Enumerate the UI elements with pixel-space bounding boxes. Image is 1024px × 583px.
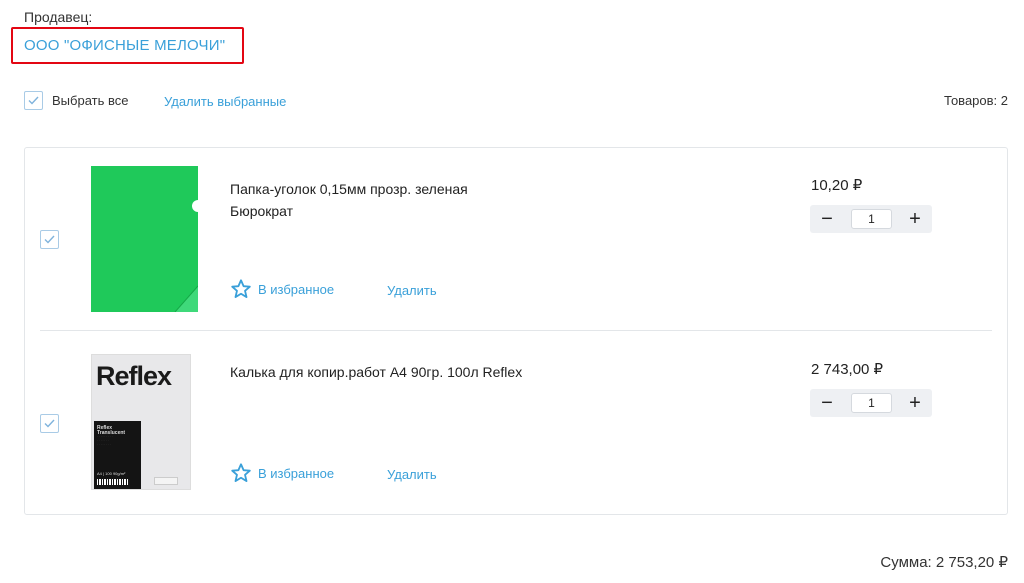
item-price: 2 743,00 ₽ <box>811 361 884 378</box>
cart-item: Reflex Reflex Translucent · · · · · · · ·… <box>25 332 1007 514</box>
item-checkbox[interactable] <box>40 414 59 433</box>
star-outline-icon <box>231 279 251 298</box>
cart-items-panel: Папка-уголок 0,15мм прозр. зеленая Бюрок… <box>24 147 1008 515</box>
package-label: Reflex Translucent · · · · · · · · · · · ·… <box>94 421 141 489</box>
item-checkbox[interactable] <box>40 230 59 249</box>
product-title-line: Папка-уголок 0,15мм прозр. зеленая <box>230 181 468 197</box>
check-icon <box>44 235 55 244</box>
items-count: Товаров: 2 <box>944 93 1008 108</box>
check-icon <box>28 96 39 105</box>
check-icon <box>44 419 55 428</box>
select-all-label[interactable]: Выбрать все <box>52 93 128 108</box>
product-title[interactable]: Папка-уголок 0,15мм прозр. зеленая Бюрок… <box>230 178 468 222</box>
remove-item-link[interactable]: Удалить <box>387 283 437 298</box>
product-title-line: Калька для копир.работ А4 90гр. 100л Ref… <box>230 364 523 380</box>
delete-selected-link[interactable]: Удалить выбранные <box>164 94 286 109</box>
reflex-package-image: Reflex Reflex Translucent · · · · · · · ·… <box>91 354 191 490</box>
decrease-quantity-button[interactable]: − <box>814 207 840 231</box>
seller-name-link[interactable]: ООО "ОФИСНЫЕ МЕЛОЧИ" <box>24 37 225 54</box>
package-sticker <box>154 477 178 485</box>
add-to-favorites-button[interactable]: В избранное <box>230 462 334 484</box>
favorite-label: В избранное <box>258 281 335 297</box>
favorite-label: В избранное <box>258 465 335 481</box>
product-image[interactable]: Reflex Reflex Translucent · · · · · · · ·… <box>91 354 191 490</box>
quantity-stepper: − + <box>810 389 932 417</box>
product-title[interactable]: Калька для копир.работ А4 90гр. 100л Ref… <box>230 361 522 383</box>
cart-total: Сумма: 2 753,20 ₽ <box>880 554 1008 571</box>
increase-quantity-button[interactable]: + <box>902 207 928 231</box>
quantity-input[interactable] <box>851 393 892 413</box>
quantity-stepper: − + <box>810 205 932 233</box>
green-folder-image <box>91 166 198 312</box>
product-image[interactable] <box>91 166 198 312</box>
reflex-logo: Reflex <box>96 361 172 391</box>
cart-item: Папка-уголок 0,15мм прозр. зеленая Бюрок… <box>25 148 1007 330</box>
seller-label: Продавец: <box>24 9 93 25</box>
product-brand: Бюрократ <box>230 203 294 219</box>
increase-quantity-button[interactable]: + <box>902 391 928 415</box>
add-to-favorites-button[interactable]: В избранное <box>230 278 334 300</box>
quantity-input[interactable] <box>851 209 892 229</box>
package-fine-print: · · · · · · · · · · · · · · · · · · · · · … <box>97 434 113 446</box>
item-divider <box>40 330 992 331</box>
decrease-quantity-button[interactable]: − <box>814 391 840 415</box>
star-outline-icon <box>231 463 251 482</box>
barcode-image <box>97 479 129 485</box>
package-size: A4 | 100 90g/m² <box>97 471 126 476</box>
remove-item-link[interactable]: Удалить <box>387 467 437 482</box>
item-price: 10,20 ₽ <box>811 177 863 194</box>
select-all-checkbox[interactable] <box>24 91 43 110</box>
cart-toolbar: Выбрать все Удалить выбранные Товаров: 2 <box>24 90 1008 112</box>
